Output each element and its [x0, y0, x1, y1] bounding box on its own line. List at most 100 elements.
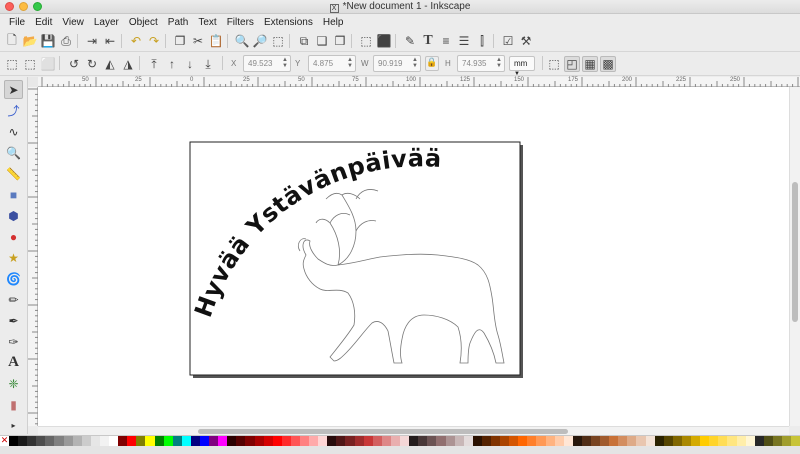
color-swatch[interactable]	[490, 436, 501, 446]
transform-gradients-icon[interactable]: ▦	[582, 56, 598, 72]
color-swatch[interactable]	[681, 436, 692, 446]
rotate-cw-icon[interactable]: ↻	[84, 56, 100, 72]
color-swatch[interactable]	[609, 436, 619, 446]
spiral-tool-icon[interactable]: 🌀	[4, 269, 23, 288]
color-swatch[interactable]	[527, 436, 537, 446]
y-spin-arrows-icon[interactable]: ▲ ▼	[347, 57, 353, 69]
color-swatch[interactable]	[118, 436, 128, 446]
color-swatch[interactable]	[81, 436, 91, 446]
export-icon[interactable]: ⇤	[102, 33, 118, 49]
color-swatch[interactable]	[345, 436, 355, 446]
color-swatch[interactable]	[218, 436, 228, 446]
tweak-tool-icon[interactable]: ∿	[4, 122, 23, 141]
transform-patterns-icon[interactable]: ▩	[600, 56, 616, 72]
color-swatch[interactable]	[454, 436, 464, 446]
zoom-selection-icon[interactable]: 🔍	[234, 33, 250, 49]
h-field[interactable]: 74.935 ▲ ▼	[457, 55, 505, 72]
color-swatch[interactable]	[236, 436, 246, 446]
cut-icon[interactable]: ✂	[190, 33, 206, 49]
color-swatch[interactable]	[645, 436, 655, 446]
menu-extensions[interactable]: Extensions	[259, 17, 318, 28]
x-field[interactable]: 49.523 ▲ ▼	[243, 55, 291, 72]
color-swatch[interactable]	[209, 436, 219, 446]
raise-to-top-icon[interactable]: ⤒	[146, 56, 162, 72]
calligraphy-tool-icon[interactable]: ✑	[4, 332, 23, 351]
fill-stroke-icon[interactable]: ✎	[402, 33, 418, 49]
menu-path[interactable]: Path	[163, 17, 194, 28]
group-icon[interactable]: ⬚	[358, 33, 374, 49]
measure-tool-icon[interactable]: 📏	[4, 164, 23, 183]
color-swatch[interactable]	[381, 436, 391, 446]
document-properties-icon[interactable]: ⚒	[518, 33, 534, 49]
color-swatch[interactable]	[318, 436, 328, 446]
print-icon[interactable]: ⎙	[58, 33, 74, 49]
h-spin-arrows-icon[interactable]: ▲ ▼	[496, 57, 502, 69]
color-swatch[interactable]	[545, 436, 555, 446]
horizontal-ruler[interactable]: 50 25 0 25 50 75 100 125 150 175 200 225…	[38, 77, 800, 87]
rotate-ccw-icon[interactable]: ↺	[66, 56, 82, 72]
color-swatch[interactable]	[436, 436, 446, 446]
color-swatch[interactable]	[99, 436, 110, 446]
horizontal-scrollbar[interactable]	[38, 426, 789, 435]
color-swatch[interactable]	[409, 436, 419, 446]
menu-help[interactable]: Help	[318, 17, 349, 28]
color-swatch[interactable]	[163, 436, 173, 446]
color-swatch[interactable]	[618, 436, 628, 446]
color-swatch[interactable]	[109, 436, 119, 446]
unit-select[interactable]: mm ▼	[509, 56, 535, 77]
ellipse-tool-icon[interactable]: ●	[4, 227, 23, 246]
vertical-ruler[interactable]	[28, 87, 38, 426]
no-paint-swatch-icon[interactable]: ✕	[0, 436, 9, 446]
color-swatch[interactable]	[27, 436, 37, 446]
color-swatch[interactable]	[272, 436, 282, 446]
vertical-scrollbar[interactable]	[789, 87, 800, 426]
new-document-icon[interactable]: 🗋	[4, 33, 20, 49]
color-swatch[interactable]	[536, 436, 546, 446]
color-swatch[interactable]	[572, 436, 582, 446]
zoom-drawing-icon[interactable]: 🔎	[252, 33, 268, 49]
color-swatch[interactable]	[463, 436, 473, 446]
open-icon[interactable]: 📂	[22, 33, 38, 49]
eraser-tool-icon[interactable]: ▮	[4, 395, 23, 414]
drawing-canvas[interactable]: Hyvää Ystävänpäivää	[38, 87, 789, 426]
color-swatch[interactable]	[63, 436, 73, 446]
color-swatch[interactable]	[736, 436, 746, 446]
more-tools-chevron-icon[interactable]: ▸	[4, 416, 23, 435]
color-swatch[interactable]	[227, 436, 237, 446]
color-swatch[interactable]	[745, 436, 755, 446]
w-spin-arrows-icon[interactable]: ▲ ▼	[412, 57, 418, 69]
menu-view[interactable]: View	[57, 17, 89, 28]
color-swatch[interactable]	[691, 436, 701, 446]
node-tool-icon[interactable]: ⤴	[4, 101, 23, 120]
color-swatch[interactable]	[300, 436, 310, 446]
raise-icon[interactable]: ↑	[164, 56, 180, 72]
color-swatch[interactable]	[709, 436, 719, 446]
color-swatch[interactable]	[791, 436, 800, 446]
lower-icon[interactable]: ↓	[182, 56, 198, 72]
unlink-clone-icon[interactable]: ❒	[332, 33, 348, 49]
x-spin-arrows-icon[interactable]: ▲ ▼	[282, 57, 288, 69]
duplicate-icon[interactable]: ⧉	[296, 33, 312, 49]
color-swatch[interactable]	[45, 436, 55, 446]
text-tool-icon[interactable]: A	[4, 353, 23, 372]
star-tool-icon[interactable]: ★	[4, 248, 23, 267]
color-swatch[interactable]	[390, 436, 401, 446]
color-swatch[interactable]	[400, 436, 410, 446]
color-swatch[interactable]	[581, 436, 591, 446]
color-swatch[interactable]	[154, 436, 164, 446]
save-icon[interactable]: 💾	[40, 33, 56, 49]
color-swatch[interactable]	[718, 436, 728, 446]
copy-icon[interactable]: ❐	[172, 33, 188, 49]
color-swatch[interactable]	[627, 436, 637, 446]
color-swatch[interactable]	[518, 436, 528, 446]
color-swatch[interactable]	[290, 436, 300, 446]
color-swatch[interactable]	[672, 436, 682, 446]
color-swatch[interactable]	[481, 436, 491, 446]
color-swatch[interactable]	[600, 436, 610, 446]
spray-tool-icon[interactable]: ❈	[4, 374, 23, 393]
color-swatch[interactable]	[36, 436, 46, 446]
color-swatch[interactable]	[427, 436, 437, 446]
clone-icon[interactable]: ❑	[314, 33, 330, 49]
color-swatch[interactable]	[336, 436, 346, 446]
ungroup-icon[interactable]: ⬛	[376, 33, 392, 49]
